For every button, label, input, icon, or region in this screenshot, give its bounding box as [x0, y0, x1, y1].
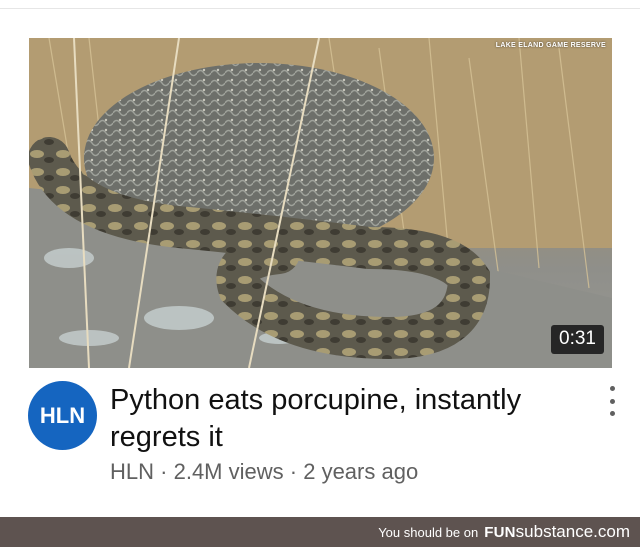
footer-prefix: You should be on [378, 524, 479, 540]
video-title[interactable]: Python eats porcupine, instantly regrets… [110, 382, 580, 456]
channel-avatar[interactable]: HLN [28, 381, 97, 450]
menu-dot [609, 398, 615, 404]
menu-dot [609, 386, 615, 391]
video-thumbnail[interactable]: LAKE ELAND GAME RESERVE 0:31 [29, 38, 612, 368]
footer-brand-light: substance.com [515, 522, 630, 541]
video-meta: HLN · 2.4M views · 2 years ago [110, 459, 418, 485]
meta-separator: · [289, 459, 298, 484]
thumbnail-watermark: LAKE ELAND GAME RESERVE [495, 42, 606, 49]
view-count: 2.4M views [173, 459, 284, 484]
duration-badge: 0:31 [551, 325, 604, 354]
menu-dot [609, 411, 615, 416]
upload-age: 2 years ago [303, 459, 419, 484]
top-divider [0, 8, 640, 9]
footer-brand-bold: FUN [484, 523, 516, 541]
footer-banner: You should be on FUN substance.com [0, 517, 640, 547]
kebab-menu-icon[interactable] [605, 386, 619, 416]
channel-avatar-label: HLN [39, 402, 86, 428]
channel-name[interactable]: HLN [110, 459, 154, 484]
meta-separator: · [160, 459, 168, 484]
thumbnail-image [29, 38, 612, 368]
